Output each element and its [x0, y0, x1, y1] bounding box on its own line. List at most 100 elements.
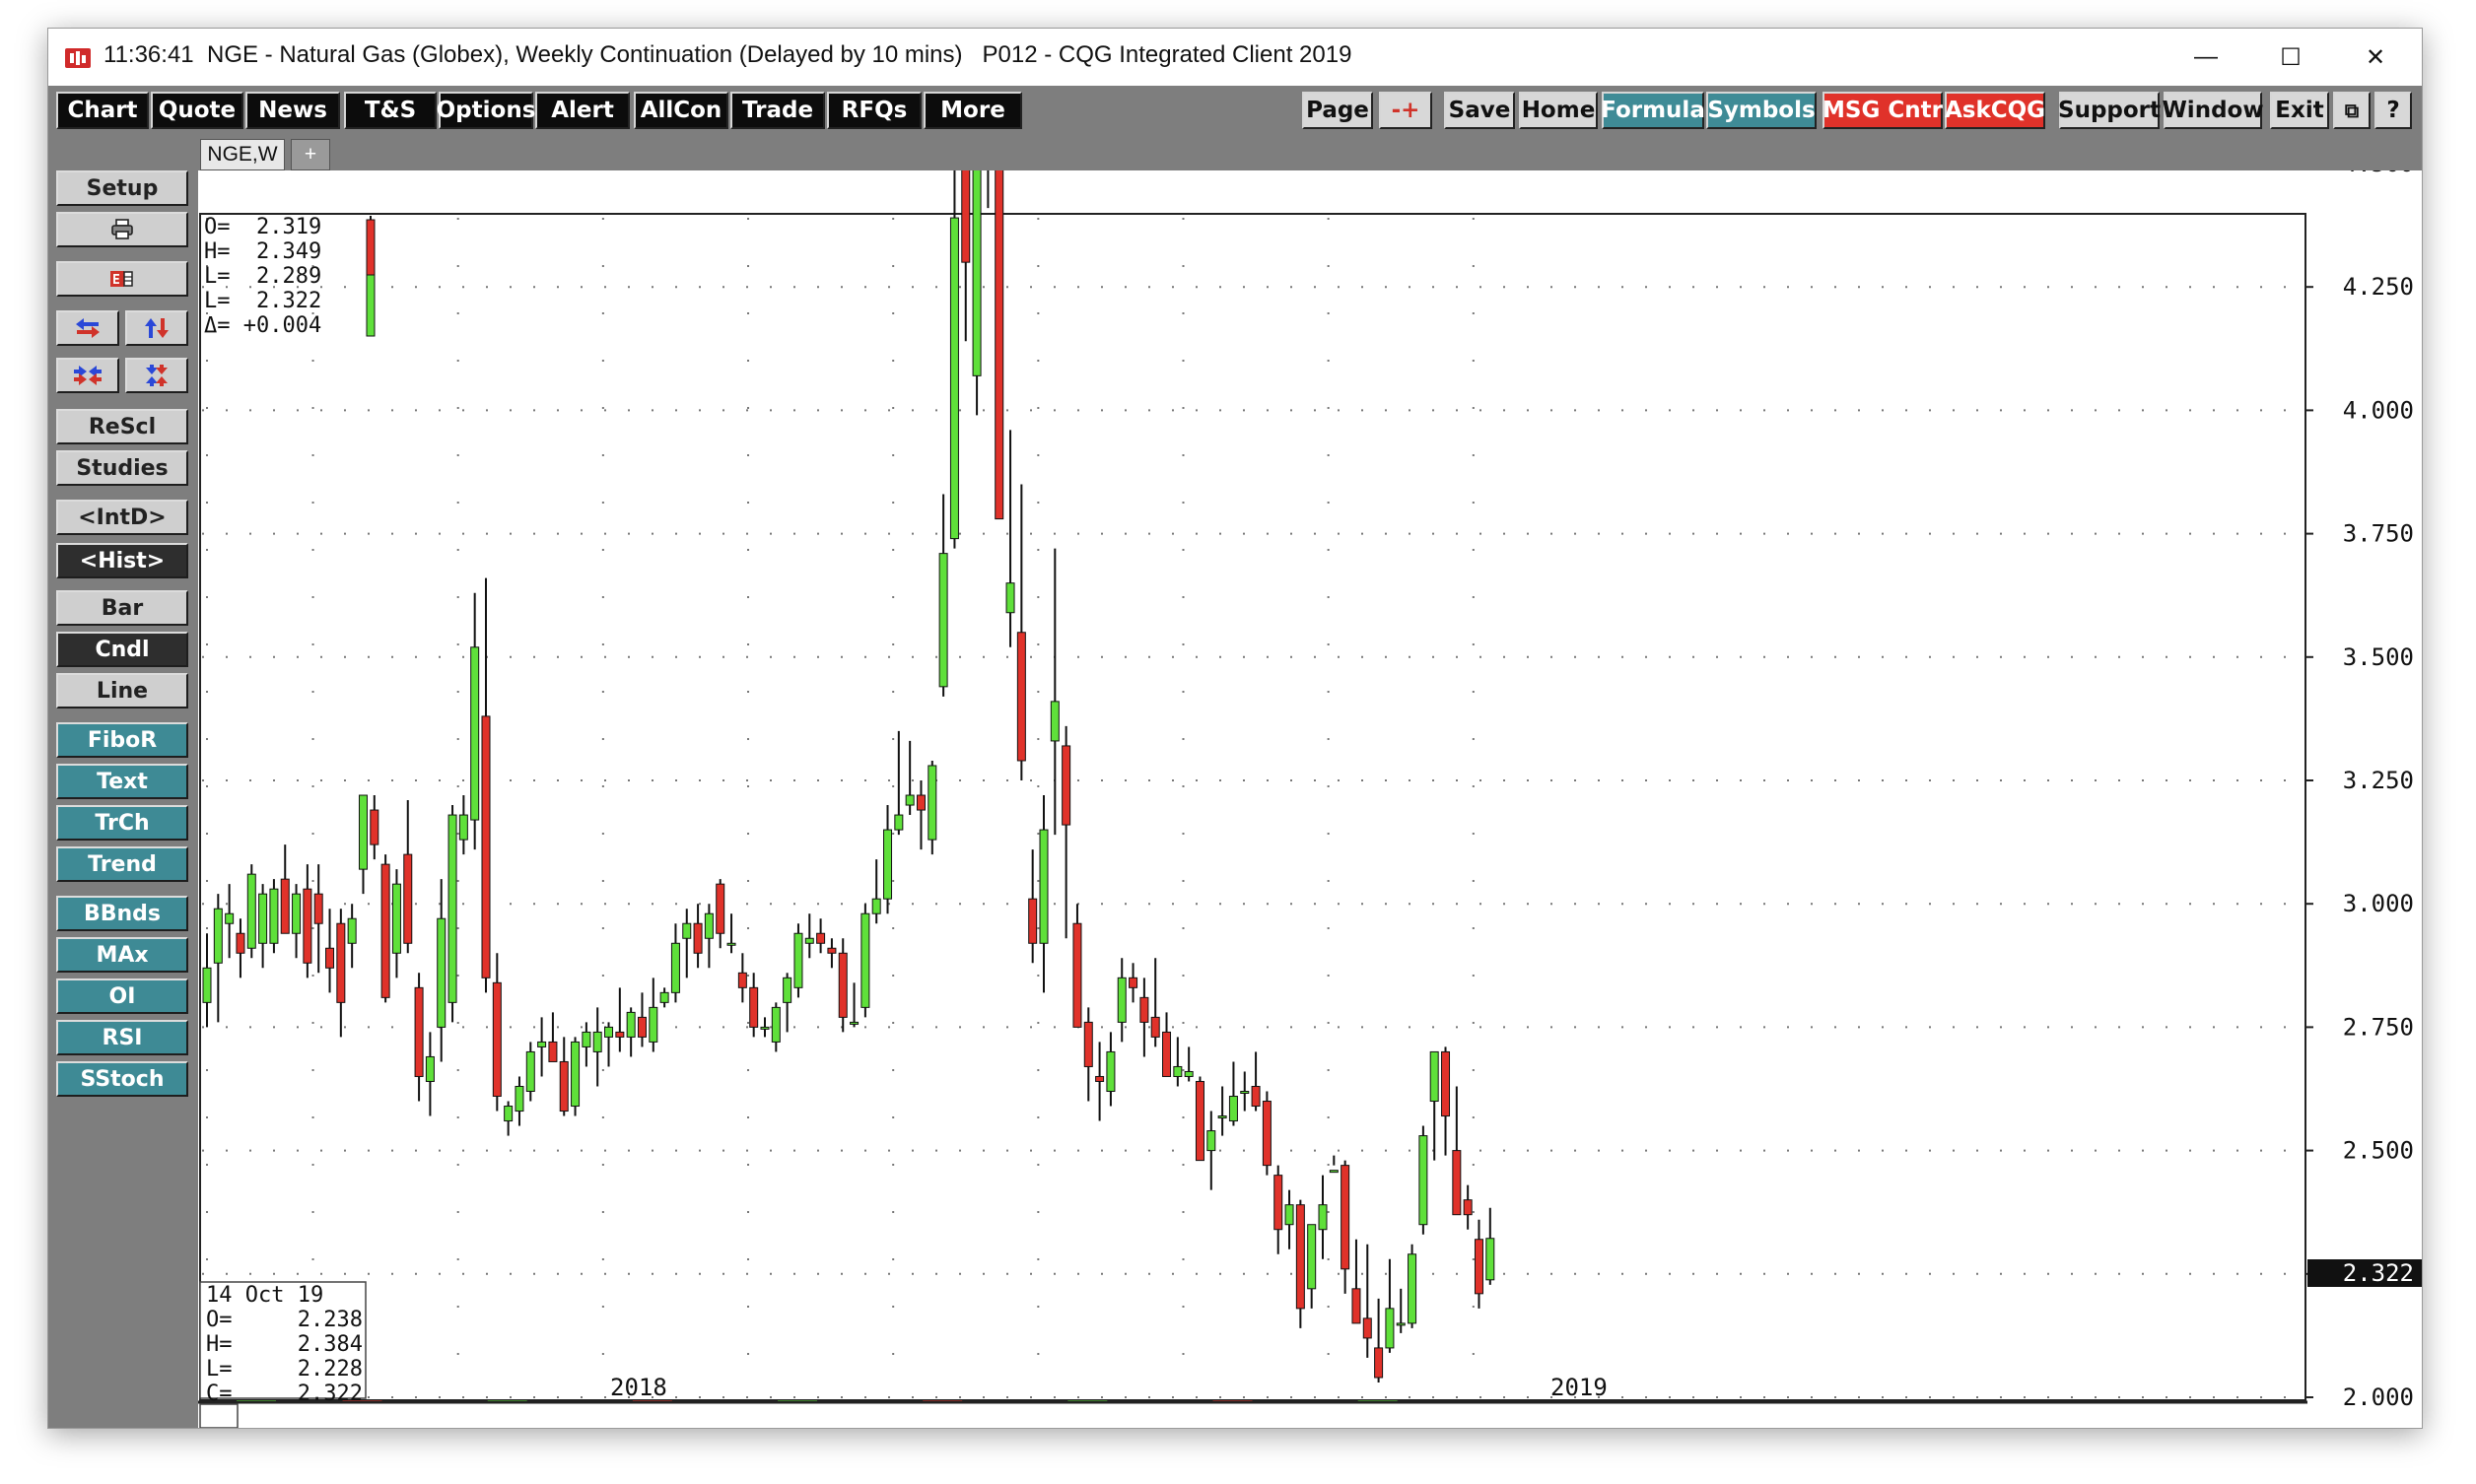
candle-body[interactable] [637, 1016, 647, 1038]
scroll-corner-box[interactable] [199, 1403, 239, 1429]
candle-body[interactable] [871, 898, 881, 914]
rescale-button[interactable]: ReScl [56, 409, 188, 444]
candle-body[interactable] [905, 794, 915, 806]
candle-body[interactable] [704, 912, 714, 939]
candle-body[interactable] [682, 922, 692, 939]
candle-body[interactable] [604, 1026, 614, 1038]
candle-body[interactable] [403, 853, 413, 944]
candle-body[interactable] [414, 986, 424, 1077]
candle-body[interactable] [1418, 1135, 1428, 1226]
candle-body[interactable] [716, 883, 725, 934]
candle-body[interactable] [504, 1106, 514, 1122]
candlestick-chart[interactable]: 2.0002.2502.5002.7503.0003.2503.5003.750… [198, 0, 2422, 1429]
candle-body[interactable] [470, 646, 480, 821]
candle-body[interactable] [670, 942, 680, 993]
toolbar-ts-button[interactable]: T&S [344, 92, 437, 129]
candle-body[interactable] [783, 977, 792, 1003]
candle-body[interactable] [236, 932, 245, 954]
tab-nge-weekly[interactable]: NGE,W [200, 139, 285, 170]
text-annotation-button[interactable]: Text [56, 764, 188, 799]
rsi-button[interactable]: RSI [56, 1020, 188, 1055]
excel-export-button[interactable]: E [56, 261, 188, 297]
toolbar-help-button[interactable]: ? [2374, 92, 2412, 129]
candle-body[interactable] [816, 932, 826, 944]
candle-body[interactable] [1184, 1070, 1194, 1077]
candle-body[interactable] [269, 888, 279, 944]
candle-body[interactable] [1062, 745, 1071, 826]
candle-body[interactable] [1106, 1050, 1116, 1093]
chart-area[interactable]: 2.0002.2502.5002.7503.0003.2503.5003.750… [198, 0, 2422, 1429]
toolbar-save-button[interactable]: Save [1444, 92, 1515, 129]
toolbar-home-button[interactable]: Home [1519, 92, 1598, 129]
candle-body[interactable] [1083, 1021, 1093, 1067]
candle-body[interactable] [1251, 1085, 1261, 1108]
candle-body[interactable] [515, 1085, 524, 1113]
candle-body[interactable] [1173, 1065, 1183, 1077]
candle-body[interactable] [972, 99, 982, 376]
candle-body[interactable] [437, 917, 447, 1028]
print-button[interactable] [56, 212, 188, 247]
candle-body[interactable] [1273, 1175, 1283, 1231]
candle-body[interactable] [548, 1041, 558, 1062]
candle-body[interactable] [1362, 1317, 1372, 1339]
candle-body[interactable] [793, 932, 803, 988]
toolbar-more-button[interactable]: More [924, 92, 1022, 129]
candle-body[interactable] [1284, 1204, 1294, 1226]
moving-average-button[interactable]: MAx [56, 937, 188, 973]
candle-body[interactable] [481, 715, 491, 978]
toolbar-askcqg-button[interactable]: AskCQG [1945, 92, 2045, 129]
candle-body[interactable] [258, 893, 268, 944]
toolbar-options-button[interactable]: Options [437, 92, 535, 129]
bollinger-bands-button[interactable]: BBnds [56, 896, 188, 931]
candle-body[interactable] [1385, 1308, 1395, 1349]
candle-body[interactable] [537, 1041, 547, 1047]
candle-body[interactable] [246, 873, 256, 949]
candle-body[interactable] [1307, 1224, 1317, 1290]
candle-body[interactable] [1039, 829, 1049, 944]
historical-button[interactable]: <Hist> [56, 543, 188, 578]
toolbar-formula-button[interactable]: Formula [1601, 92, 1705, 129]
candle-body[interactable] [1429, 1050, 1439, 1103]
candle-body[interactable] [1351, 1288, 1361, 1324]
candle-body[interactable] [380, 863, 390, 998]
toolbar-quote-button[interactable]: Quote [151, 92, 243, 129]
candle-body[interactable] [659, 991, 669, 1003]
candle-body[interactable] [760, 1026, 770, 1030]
candle-body[interactable] [961, 108, 971, 263]
trend-line-button[interactable]: Trend [56, 846, 188, 882]
candle-body[interactable] [1341, 1165, 1350, 1270]
candle-body[interactable] [1095, 1075, 1105, 1082]
candle-body[interactable] [370, 809, 379, 845]
maximize-button[interactable]: ☐ [2248, 29, 2333, 86]
candle-body[interactable] [1262, 1101, 1272, 1167]
candle-body[interactable] [1485, 1238, 1495, 1281]
bar-chart-button[interactable]: Bar [56, 590, 188, 626]
candle-body[interactable] [1050, 701, 1060, 742]
candle-body[interactable] [303, 888, 312, 964]
candle-body[interactable] [1129, 977, 1138, 988]
candle-body[interactable] [995, 123, 1004, 520]
candle-body[interactable] [1318, 1204, 1328, 1231]
candle-body[interactable] [525, 1050, 535, 1093]
candle-body[interactable] [325, 947, 335, 969]
candle-body[interactable] [916, 794, 926, 811]
candle-body[interactable] [1195, 1080, 1204, 1162]
candle-body[interactable] [1396, 1322, 1406, 1326]
toolbar-rfqs-button[interactable]: RFQs [827, 92, 922, 129]
candle-body[interactable] [749, 986, 759, 1028]
setup-button[interactable]: Setup [56, 170, 188, 206]
candle-body[interactable] [559, 1060, 569, 1113]
intraday-button[interactable]: <IntD> [56, 500, 188, 535]
candle-body[interactable] [1117, 977, 1127, 1023]
candle-body[interactable] [883, 829, 893, 900]
candle-body[interactable] [1240, 1091, 1250, 1095]
candle-body[interactable] [1474, 1239, 1483, 1295]
candle-body[interactable] [447, 814, 457, 1003]
toolbar-msg-center-button[interactable]: MSG Cntr [1823, 92, 1943, 129]
candle-body[interactable] [1463, 1199, 1473, 1216]
toolbar-support-button[interactable]: Support [2058, 92, 2161, 129]
toolbar-alert-button[interactable]: Alert [535, 92, 630, 129]
compress-vertical-button[interactable] [125, 358, 188, 393]
candle-body[interactable] [1228, 1096, 1238, 1122]
fibonacci-retracement-button[interactable]: FiboR [56, 722, 188, 758]
